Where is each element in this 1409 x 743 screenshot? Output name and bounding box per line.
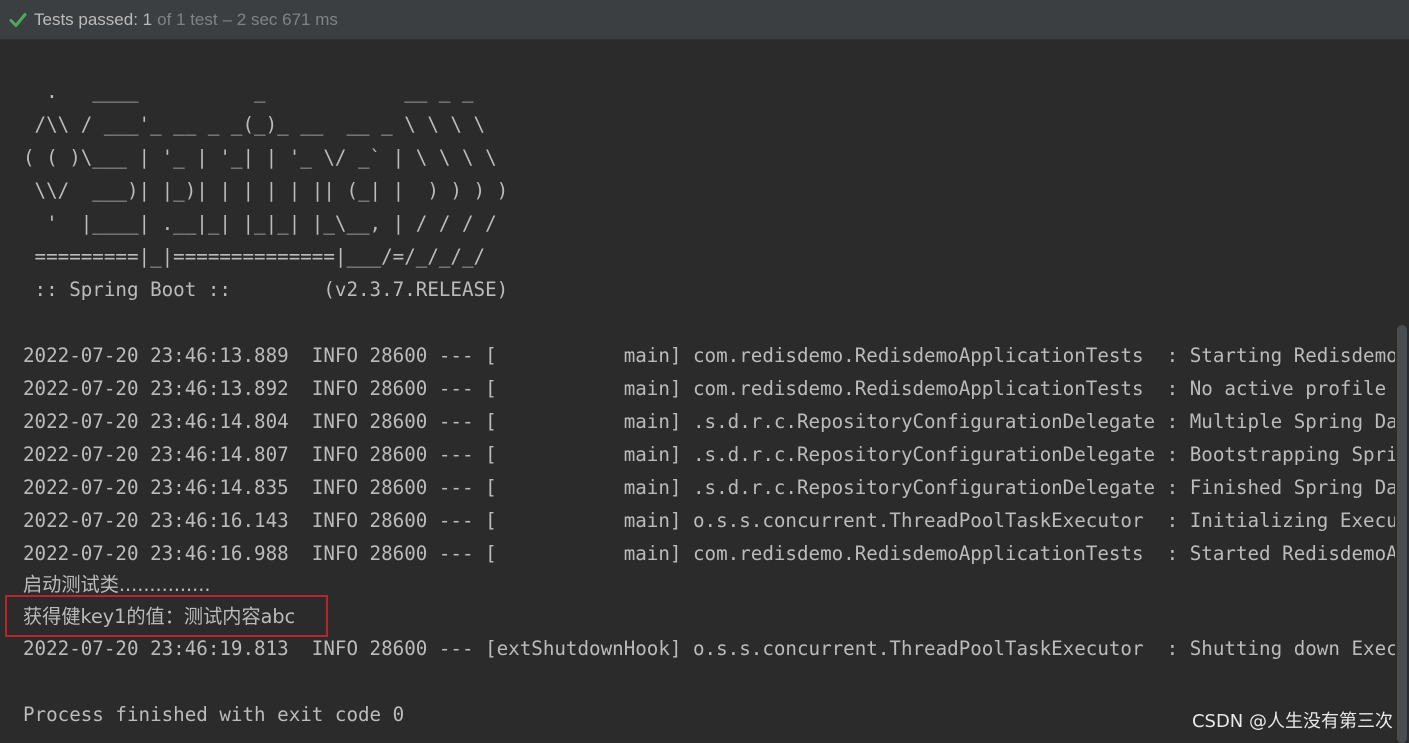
spring-boot-version-line: :: Spring Boot :: (v2.3.7.RELEASE)	[23, 278, 509, 301]
csdn-watermark: CSDN @人生没有第三次	[1191, 711, 1393, 732]
console-output[interactable]: . ____ _ __ _ _ /\\ / ___'_ __ _ _(_)_ _…	[0, 41, 1395, 743]
banner-line: . ____ _ __ _ _	[23, 80, 474, 103]
banner-line: \\/ ___)| |_)| | | | | || (_| | ) ) ) )	[23, 179, 509, 202]
banner-line: ' |____| .__|_| |_|_| |_\__, | / / / /	[23, 212, 497, 235]
tests-passed-label: Tests passed: 1	[34, 9, 153, 29]
test-status-bar: Tests passed: 1 of 1 test – 2 sec 671 ms	[0, 0, 1409, 40]
log-line: 2022-07-20 23:46:13.892 INFO 28600 --- […	[23, 377, 1395, 400]
log-line: 2022-07-20 23:46:14.807 INFO 28600 --- […	[23, 443, 1395, 466]
log-line: 2022-07-20 23:46:13.889 INFO 28600 --- […	[23, 344, 1395, 367]
highlight-annotation	[5, 595, 328, 637]
banner-line: ( ( )\___ | '_ | '_| | '_ \/ _` | \ \ \ …	[23, 146, 497, 169]
tests-total-label: of 1 test	[157, 9, 218, 29]
scrollbar-thumb[interactable]	[1397, 325, 1407, 743]
shutdown-log-line: 2022-07-20 23:46:19.813 INFO 28600 --- […	[23, 637, 1395, 660]
test-duration-label: – 2 sec 671 ms	[222, 9, 338, 29]
log-line: 2022-07-20 23:46:14.835 INFO 28600 --- […	[23, 476, 1395, 499]
log-line: 2022-07-20 23:46:16.143 INFO 28600 --- […	[23, 509, 1395, 532]
banner-line: /\\ / ___'_ __ _ _(_)_ __ __ _ \ \ \ \	[23, 113, 486, 136]
banner-line: =========|_|==============|___/=/_/_/_/	[23, 245, 486, 268]
exit-message: Process finished with exit code 0	[23, 703, 405, 726]
check-icon	[8, 10, 28, 30]
run-tool-window: Tests passed: 1 of 1 test – 2 sec 671 ms…	[0, 0, 1409, 743]
log-line: 2022-07-20 23:46:14.804 INFO 28600 --- […	[23, 410, 1395, 433]
log-line: 2022-07-20 23:46:16.988 INFO 28600 --- […	[23, 542, 1395, 565]
